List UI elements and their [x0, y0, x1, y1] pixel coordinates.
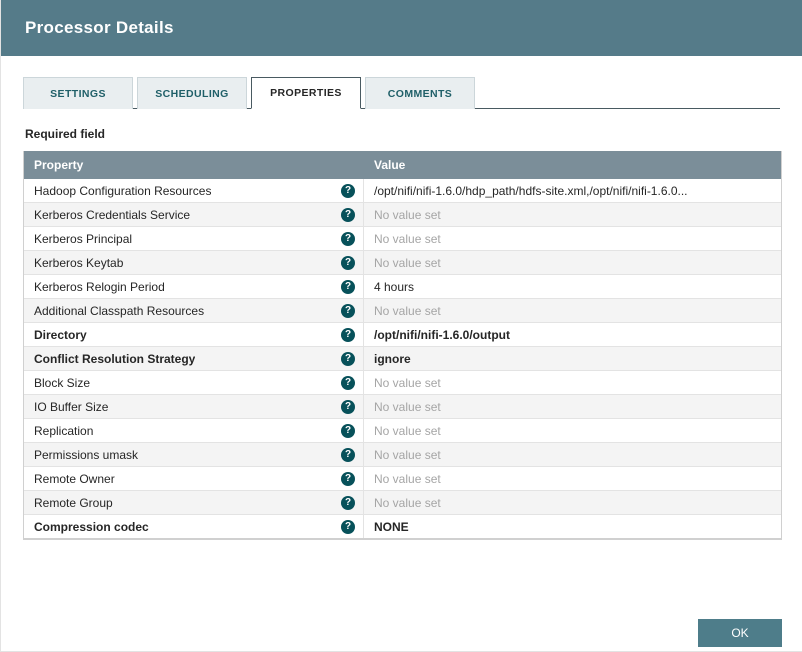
properties-table: Property Value Hadoop Configuration Reso… — [23, 151, 782, 540]
processor-details-dialog: Processor Details SETTINGS SCHEDULING PROP… — [0, 0, 802, 652]
help-icon[interactable]: ? — [341, 447, 355, 462]
help-icon[interactable]: ? — [341, 279, 355, 294]
table-row[interactable]: Kerberos Principal ? No value set — [24, 227, 781, 251]
help-icon[interactable]: ? — [341, 495, 355, 510]
help-icon[interactable]: ? — [341, 207, 355, 222]
value-cell[interactable]: 4 hours — [364, 275, 781, 298]
property-cell: IO Buffer Size ? — [24, 395, 364, 418]
property-name: IO Buffer Size — [34, 399, 109, 414]
property-cell: Permissions umask ? — [24, 443, 364, 466]
property-name: Kerberos Relogin Period — [34, 279, 165, 294]
table-row[interactable]: Kerberos Credentials Service ? No value … — [24, 203, 781, 227]
value-cell[interactable]: ignore — [364, 347, 781, 370]
value-cell[interactable]: No value set — [364, 467, 781, 490]
help-icon[interactable]: ? — [341, 375, 355, 390]
tab-properties[interactable]: PROPERTIES — [251, 77, 361, 109]
property-cell: Additional Classpath Resources ? — [24, 299, 364, 322]
property-name: Compression codec — [34, 519, 149, 534]
property-cell: Compression codec ? — [24, 515, 364, 538]
table-row[interactable]: Replication ? No value set — [24, 419, 781, 443]
property-name: Replication — [34, 423, 94, 438]
property-cell: Kerberos Principal ? — [24, 227, 364, 250]
value-cell[interactable]: NONE — [364, 515, 781, 538]
value-cell[interactable]: No value set — [364, 251, 781, 274]
property-name: Permissions umask — [34, 447, 139, 462]
table-row[interactable]: IO Buffer Size ? No value set — [24, 395, 781, 419]
property-name: Remote Owner — [34, 471, 115, 486]
table-row[interactable]: Conflict Resolution Strategy ? ignore — [24, 347, 781, 371]
column-header-property: Property — [34, 158, 84, 172]
value-cell[interactable]: No value set — [364, 299, 781, 322]
table-row[interactable]: Remote Owner ? No value set — [24, 467, 781, 491]
table-row[interactable]: Hadoop Configuration Resources ? /opt/ni… — [24, 179, 781, 203]
required-field-label: Required field — [25, 127, 106, 141]
table-row[interactable]: Compression codec ? NONE — [24, 515, 781, 539]
help-icon[interactable]: ? — [341, 303, 355, 318]
table-row[interactable]: Remote Group ? No value set — [24, 491, 781, 515]
value-cell[interactable]: No value set — [364, 395, 781, 418]
property-name: Conflict Resolution Strategy — [34, 351, 196, 366]
help-icon[interactable]: ? — [341, 183, 355, 198]
value-cell[interactable]: No value set — [364, 419, 781, 442]
help-icon[interactable]: ? — [341, 255, 355, 270]
dialog-header: Processor Details — [1, 0, 802, 56]
property-cell: Remote Group ? — [24, 491, 364, 514]
property-cell: Replication ? — [24, 419, 364, 442]
property-name: Hadoop Configuration Resources — [34, 183, 212, 198]
table-row[interactable]: Directory ? /opt/nifi/nifi-1.6.0/output — [24, 323, 781, 347]
help-icon[interactable]: ? — [341, 231, 355, 246]
value-cell[interactable]: No value set — [364, 371, 781, 394]
property-cell: Block Size ? — [24, 371, 364, 394]
property-name: Additional Classpath Resources — [34, 303, 205, 318]
property-cell: Hadoop Configuration Resources ? — [24, 179, 364, 202]
value-cell[interactable]: No value set — [364, 227, 781, 250]
property-cell: Remote Owner ? — [24, 467, 364, 490]
property-cell: Conflict Resolution Strategy ? — [24, 347, 364, 370]
property-cell: Kerberos Relogin Period ? — [24, 275, 364, 298]
value-cell[interactable]: /opt/nifi/nifi-1.6.0/output — [364, 323, 781, 346]
help-icon[interactable]: ? — [341, 351, 355, 366]
help-icon[interactable]: ? — [341, 327, 355, 342]
help-icon[interactable]: ? — [341, 399, 355, 414]
property-cell: Kerberos Credentials Service ? — [24, 203, 364, 226]
table-header-row: Property Value — [24, 151, 781, 179]
tab-scheduling[interactable]: SCHEDULING — [137, 77, 247, 109]
value-cell[interactable]: No value set — [364, 203, 781, 226]
value-cell[interactable]: No value set — [364, 491, 781, 514]
value-cell[interactable]: /opt/nifi/nifi-1.6.0/hdp_path/hdfs-site.… — [364, 179, 781, 202]
dialog-title: Processor Details — [25, 18, 174, 37]
property-name: Kerberos Keytab — [34, 255, 124, 270]
table-row[interactable]: Kerberos Keytab ? No value set — [24, 251, 781, 275]
tab-comments[interactable]: COMMENTS — [365, 77, 475, 109]
property-name: Block Size — [34, 375, 91, 390]
property-name: Kerberos Credentials Service — [34, 207, 191, 222]
table-row[interactable]: Additional Classpath Resources ? No valu… — [24, 299, 781, 323]
property-cell: Kerberos Keytab ? — [24, 251, 364, 274]
help-icon[interactable]: ? — [341, 423, 355, 438]
property-name: Remote Group — [34, 495, 113, 510]
table-row[interactable]: Permissions umask ? No value set — [24, 443, 781, 467]
help-icon[interactable]: ? — [341, 519, 355, 534]
property-cell: Directory ? — [24, 323, 364, 346]
tabs: SETTINGS SCHEDULING PROPERTIES COMMENTS — [23, 76, 780, 109]
table-row[interactable]: Block Size ? No value set — [24, 371, 781, 395]
ok-button[interactable]: OK — [698, 619, 782, 647]
table-row[interactable]: Kerberos Relogin Period ? 4 hours — [24, 275, 781, 299]
table-body: Hadoop Configuration Resources ? /opt/ni… — [24, 179, 781, 539]
property-name: Directory — [34, 327, 87, 342]
value-cell[interactable]: No value set — [364, 443, 781, 466]
help-icon[interactable]: ? — [341, 471, 355, 486]
tab-settings[interactable]: SETTINGS — [23, 77, 133, 109]
column-header-value: Value — [374, 158, 406, 172]
property-name: Kerberos Principal — [34, 231, 133, 246]
